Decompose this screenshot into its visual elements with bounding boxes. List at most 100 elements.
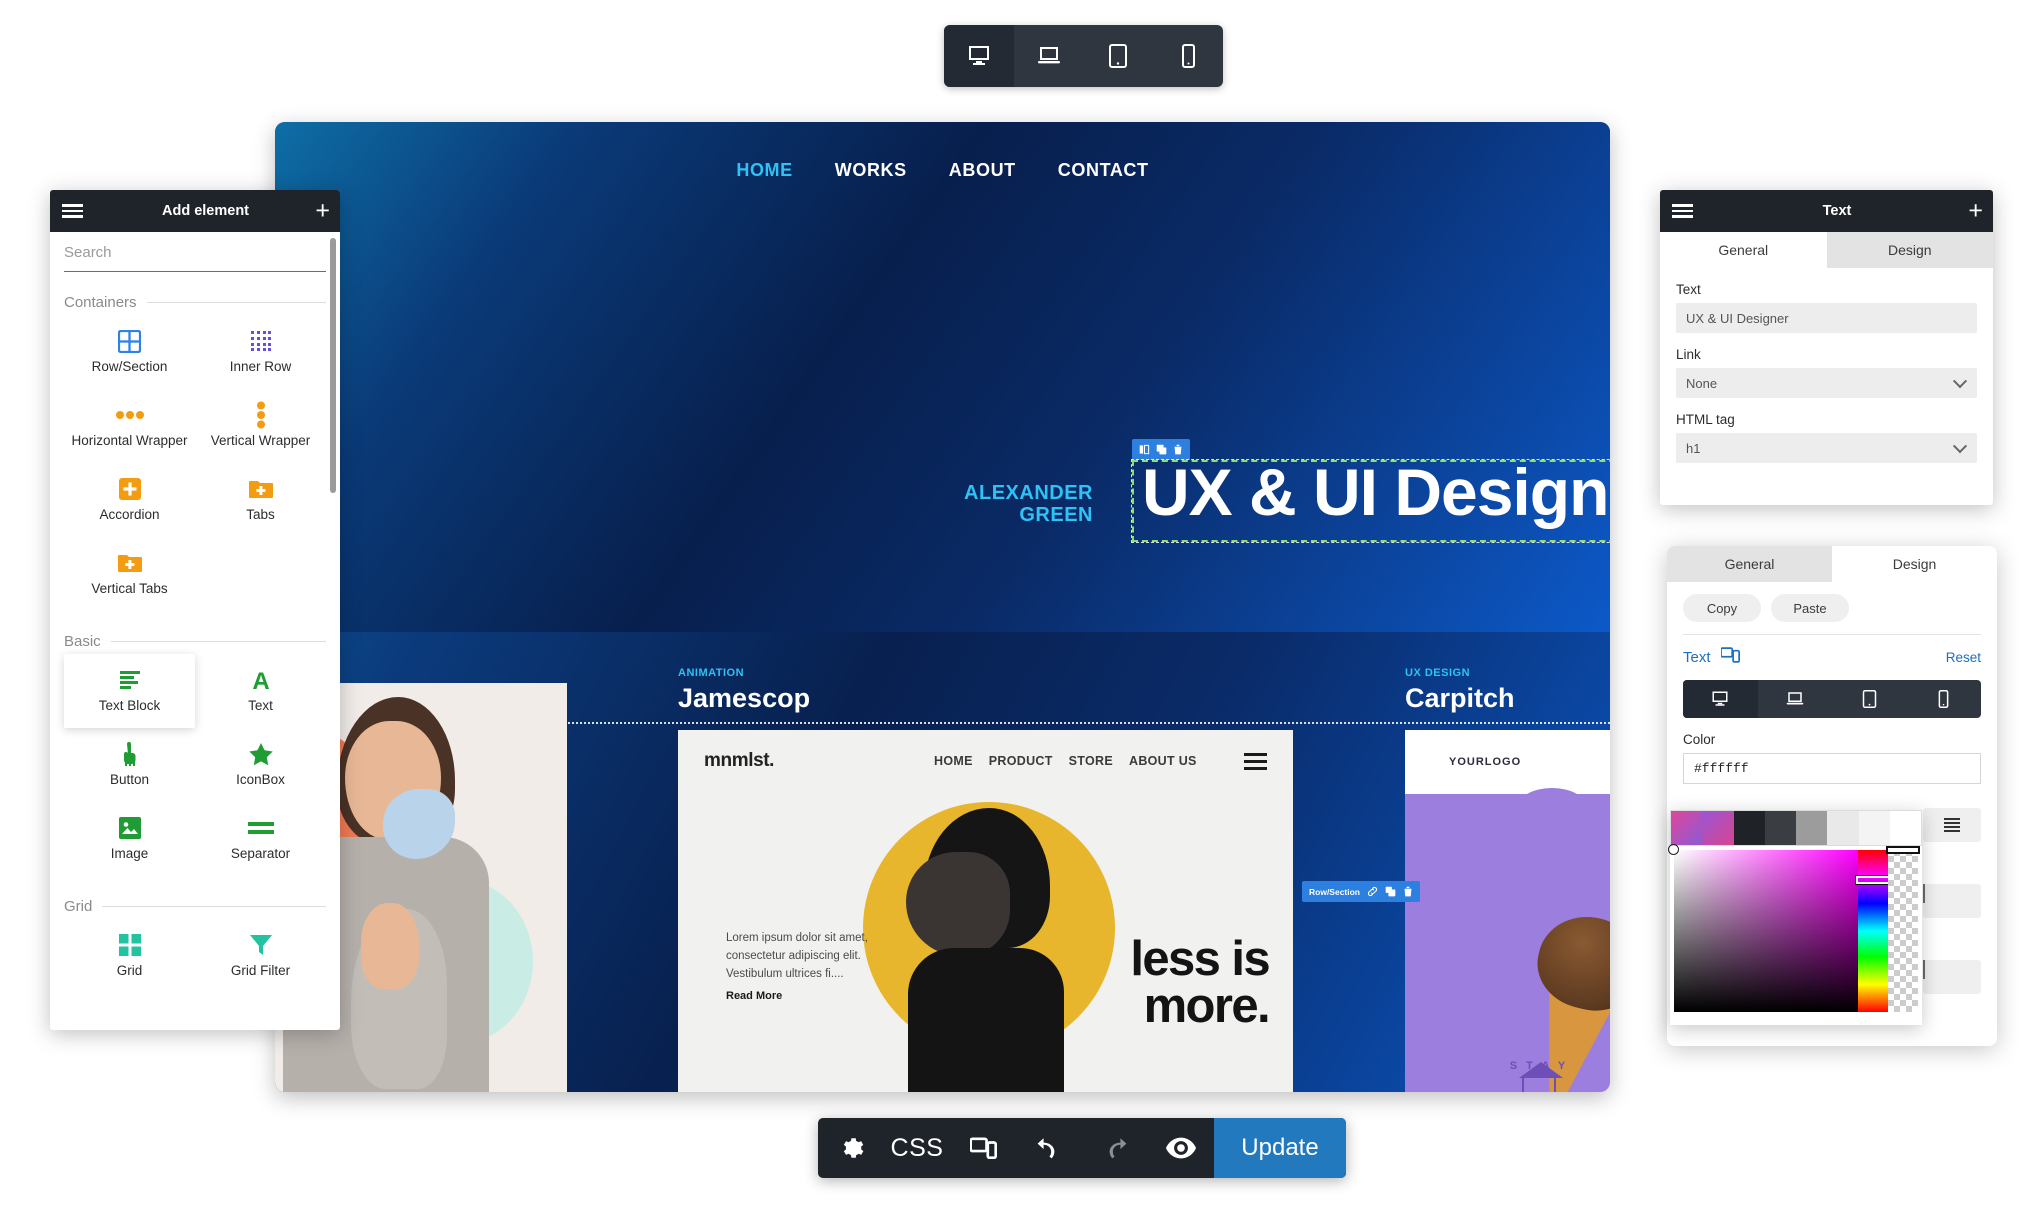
device-mobile-button[interactable] xyxy=(1153,25,1223,87)
picker-body[interactable] xyxy=(1668,844,1922,1016)
grid-squares-icon xyxy=(118,933,141,957)
swatch-gradient-2[interactable] xyxy=(1702,811,1734,845)
design-panel-tabs[interactable]: General Design xyxy=(1667,546,1997,582)
element-vertical-tabs[interactable]: Vertical Tabs xyxy=(64,537,195,611)
hue-slider[interactable] xyxy=(1855,850,1891,1012)
text-settings-panel[interactable]: Text + General Design Text UX & UI Desig… xyxy=(1660,190,1993,505)
element-inner-row[interactable]: Inner Row xyxy=(195,315,326,389)
portfolio-card-3[interactable]: UX DESIGN Carpitch YOURLOGO S T A Y xyxy=(1405,667,1610,1092)
redo-button[interactable] xyxy=(1082,1118,1148,1178)
design-tab-general[interactable]: General xyxy=(1667,546,1832,582)
css-button[interactable]: CSS xyxy=(884,1118,950,1178)
swatch-gradient-1[interactable] xyxy=(1671,811,1703,845)
reset-button[interactable]: Reset xyxy=(1946,650,1981,665)
hue-knob[interactable] xyxy=(1855,875,1891,885)
swatch-gray[interactable] xyxy=(1796,811,1828,845)
color-swatches[interactable] xyxy=(1670,810,1922,846)
bottom-toolbar[interactable]: CSS Update xyxy=(818,1118,1346,1178)
element-image[interactable]: Image xyxy=(64,802,195,876)
search-input[interactable] xyxy=(64,242,326,263)
site-navigation[interactable]: HOME WORKS ABOUT CONTACT xyxy=(275,160,1610,181)
group-label: Basic xyxy=(64,633,101,650)
field-label-html-tag: HTML tag xyxy=(1676,412,1735,427)
saturation-knob[interactable] xyxy=(1668,844,1679,855)
hidden-select-2[interactable] xyxy=(1923,960,1981,994)
design-device-mobile[interactable] xyxy=(1907,680,1982,718)
site-nav-works[interactable]: WORKS xyxy=(835,160,907,181)
group-divider xyxy=(110,641,326,642)
hero-title[interactable]: UX & UI Designer xyxy=(1142,454,1610,530)
hidden-select-1[interactable] xyxy=(1923,884,1981,918)
responsive-copy-icon[interactable] xyxy=(1719,647,1740,668)
row-section-toolbar[interactable]: Row/Section xyxy=(1302,881,1421,902)
preview-button[interactable] xyxy=(1148,1118,1214,1178)
add-element-panel[interactable]: Add element + Containers Row/Section xyxy=(50,190,340,1030)
plus-icon[interactable]: + xyxy=(315,198,330,224)
saturation-area[interactable] xyxy=(1668,844,1858,1012)
undo-button[interactable] xyxy=(1016,1118,1082,1178)
color-picker-popup[interactable] xyxy=(1668,810,1922,1025)
design-device-tablet[interactable] xyxy=(1832,680,1907,718)
swatch-white[interactable] xyxy=(1889,811,1921,845)
text-lines-icon xyxy=(118,668,142,692)
mockup-paragraph: Lorem ipsum dolor sit amet, consectetur … xyxy=(726,932,868,980)
color-label: Color xyxy=(1683,732,1716,747)
alpha-slider[interactable] xyxy=(1886,846,1920,1012)
portfolio-card-2[interactable]: ANIMATION Jamescop mnmlst. HOME PRODUCT … xyxy=(678,667,1293,1092)
paste-button[interactable]: Paste xyxy=(1771,594,1849,622)
element-text[interactable]: A Text xyxy=(195,654,326,728)
site-nav-contact[interactable]: CONTACT xyxy=(1058,160,1149,181)
text-panel-title: Text xyxy=(1822,203,1852,219)
plus-icon[interactable]: + xyxy=(1968,198,1983,224)
responsive-button[interactable] xyxy=(950,1118,1016,1178)
element-button[interactable]: Button xyxy=(64,728,195,802)
site-nav-about[interactable]: ABOUT xyxy=(949,160,1016,181)
alpha-knob[interactable] xyxy=(1886,846,1920,854)
device-laptop-button[interactable] xyxy=(1014,25,1084,87)
color-value-input[interactable]: #ffffff xyxy=(1683,753,1981,784)
swatch-lighter-gray[interactable] xyxy=(1858,811,1890,845)
hero-title-selection[interactable]: UX & UI Designer xyxy=(1131,455,1610,543)
panel-scrollbar[interactable] xyxy=(330,238,336,493)
site-nav-home[interactable]: HOME xyxy=(736,160,792,181)
element-row-section[interactable]: Row/Section xyxy=(64,315,195,389)
design-section-label[interactable]: Text xyxy=(1683,649,1711,666)
element-separator[interactable]: Separator xyxy=(195,802,326,876)
design-device-laptop[interactable] xyxy=(1758,680,1833,718)
design-device-desktop[interactable] xyxy=(1683,680,1758,718)
element-iconbox[interactable]: IconBox xyxy=(195,728,326,802)
copy-button[interactable]: Copy xyxy=(1683,594,1761,622)
swatch-dark[interactable] xyxy=(1733,811,1765,845)
link-select[interactable]: None xyxy=(1676,368,1977,398)
update-button[interactable]: Update xyxy=(1214,1118,1346,1178)
group-divider xyxy=(102,906,326,907)
element-tabs[interactable]: Tabs xyxy=(195,463,326,537)
text-panel-tabs[interactable]: General Design xyxy=(1660,232,1993,268)
element-accordion[interactable]: Accordion xyxy=(64,463,195,537)
element-horizontal-wrapper[interactable]: Horizontal Wrapper xyxy=(64,389,195,463)
tab-general[interactable]: General xyxy=(1660,232,1827,268)
element-grid-filter[interactable]: Grid Filter xyxy=(195,919,326,993)
align-justify-icon[interactable] xyxy=(1923,808,1981,842)
element-text-block[interactable]: Text Block xyxy=(64,654,195,728)
hamburger-icon[interactable] xyxy=(1672,201,1693,221)
tab-design[interactable]: Design xyxy=(1826,232,1993,268)
element-label: Inner Row xyxy=(229,359,292,375)
hamburger-icon[interactable] xyxy=(62,201,83,221)
design-tab-design[interactable]: Design xyxy=(1832,546,1997,582)
mockup-nav-product: PRODUCT xyxy=(988,754,1053,768)
swatch-dark-2[interactable] xyxy=(1764,811,1796,845)
undo-icon xyxy=(1037,1138,1055,1159)
element-grid[interactable]: Grid xyxy=(64,919,195,993)
element-vertical-wrapper[interactable]: Vertical Wrapper xyxy=(195,389,326,463)
design-device-switcher[interactable] xyxy=(1683,680,1981,718)
device-switcher-top[interactable] xyxy=(944,25,1223,87)
website-canvas[interactable]: HOME WORKS ABOUT CONTACT ALEXANDER GREEN… xyxy=(275,122,1610,1092)
text-field-input[interactable]: UX & UI Designer xyxy=(1676,303,1977,333)
swatch-light-gray[interactable] xyxy=(1827,811,1859,845)
html-tag-select[interactable]: h1 xyxy=(1676,433,1977,463)
field-label-link: Link xyxy=(1676,347,1701,362)
settings-button[interactable] xyxy=(818,1118,884,1178)
device-tablet-button[interactable] xyxy=(1084,25,1154,87)
device-desktop-button[interactable] xyxy=(944,25,1014,87)
